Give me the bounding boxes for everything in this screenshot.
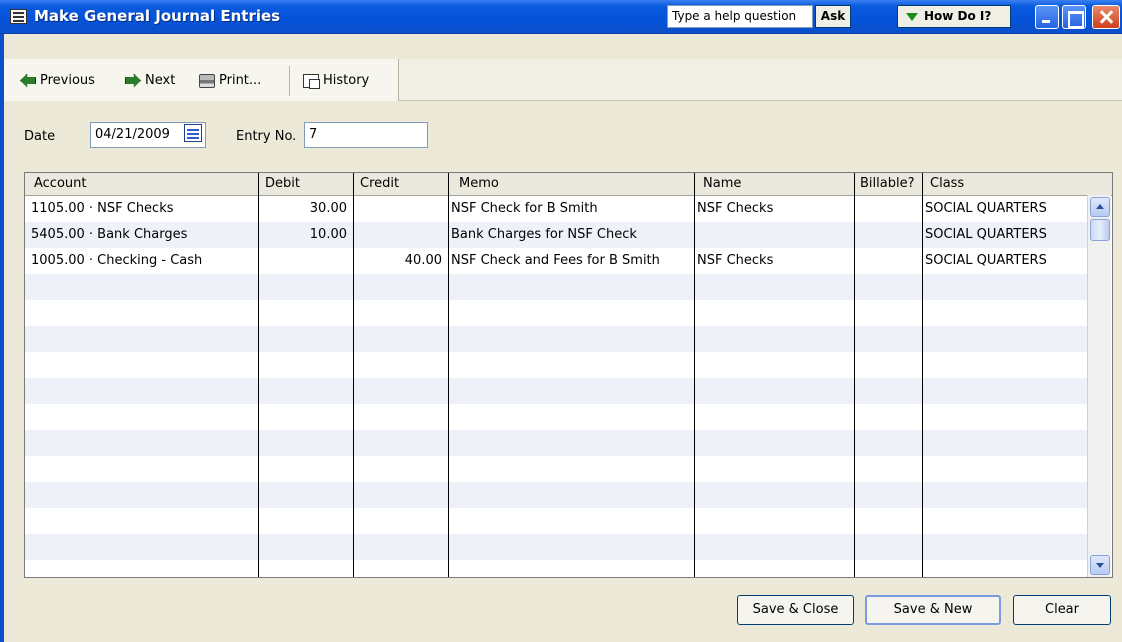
how-do-i-label: How Do I? xyxy=(924,9,992,23)
cell-class: SOCIAL QUARTERS xyxy=(925,227,1047,242)
cell-name: NSF Checks xyxy=(697,253,774,268)
table-row[interactable] xyxy=(25,482,1091,508)
cell-credit: 40.00 xyxy=(404,253,442,268)
column-divider xyxy=(448,173,449,577)
scroll-thumb[interactable] xyxy=(1090,219,1110,241)
window-frame xyxy=(0,34,4,642)
column-divider xyxy=(694,173,695,577)
cell-account: 1105.00 · NSF Checks xyxy=(31,201,174,216)
table-row[interactable] xyxy=(25,456,1091,482)
next-button[interactable]: Next xyxy=(125,73,175,88)
grid-scrollbar[interactable] xyxy=(1087,195,1111,577)
date-label: Date xyxy=(24,129,56,144)
next-label: Next xyxy=(145,73,176,88)
scroll-up-icon[interactable] xyxy=(1090,197,1110,217)
table-row[interactable] xyxy=(25,378,1091,404)
table-row[interactable] xyxy=(25,300,1091,326)
how-do-i-button[interactable]: How Do I? xyxy=(897,5,1011,28)
cell-memo: Bank Charges for NSF Check xyxy=(451,227,637,242)
cell-class: SOCIAL QUARTERS xyxy=(925,201,1047,216)
table-row[interactable] xyxy=(25,508,1091,534)
date-value: 04/21/2009 xyxy=(95,127,170,142)
journal-icon xyxy=(10,9,27,24)
title-bar: Make General Journal Entries Type a help… xyxy=(0,0,1122,34)
column-divider xyxy=(353,173,354,577)
history-icon xyxy=(303,73,320,89)
col-billable[interactable]: Billable? xyxy=(860,176,914,191)
cell-account: 5405.00 · Bank Charges xyxy=(31,227,188,242)
history-button[interactable]: History xyxy=(303,73,370,89)
cell-debit: 10.00 xyxy=(309,227,347,242)
minimize-button[interactable] xyxy=(1035,5,1059,29)
col-account[interactable]: Account xyxy=(34,176,87,191)
clear-button[interactable]: Clear xyxy=(1013,595,1111,625)
column-divider xyxy=(258,173,259,577)
cell-name: NSF Checks xyxy=(697,201,774,216)
col-class[interactable]: Class xyxy=(930,176,964,191)
cell-memo: NSF Check and Fees for B Smith xyxy=(451,253,660,268)
table-row[interactable] xyxy=(25,404,1091,430)
cell-debit: 30.00 xyxy=(309,201,347,216)
col-debit[interactable]: Debit xyxy=(265,176,300,191)
triangle-down-icon xyxy=(906,13,918,21)
toolbar-separator xyxy=(289,66,290,96)
column-divider xyxy=(854,173,855,577)
scroll-down-icon[interactable] xyxy=(1090,555,1110,575)
table-row[interactable]: 1005.00 · Checking - Cash 40.00 NSF Chec… xyxy=(25,248,1091,274)
print-label: Print... xyxy=(219,73,262,88)
table-row[interactable] xyxy=(25,534,1091,560)
table-row[interactable] xyxy=(25,560,1091,577)
col-credit[interactable]: Credit xyxy=(360,176,399,191)
table-row[interactable] xyxy=(25,352,1091,378)
entry-no-label: Entry No. xyxy=(236,129,297,144)
window-title: Make General Journal Entries xyxy=(34,7,281,25)
next-arrow-icon xyxy=(125,73,141,88)
maximize-button[interactable] xyxy=(1062,5,1086,29)
cell-account: 1005.00 · Checking - Cash xyxy=(31,253,203,268)
history-label: History xyxy=(323,73,370,88)
cell-memo: NSF Check for B Smith xyxy=(451,201,598,216)
table-row[interactable] xyxy=(25,274,1091,300)
journal-entry-grid: Account Debit Credit Memo Name Billable?… xyxy=(24,172,1113,578)
ask-button[interactable]: Ask xyxy=(815,5,851,28)
entry-no-value: 7 xyxy=(309,127,318,142)
grid-header: Account Debit Credit Memo Name Billable?… xyxy=(25,173,1112,196)
table-row[interactable]: 5405.00 · Bank Charges 10.00 Bank Charge… xyxy=(25,222,1091,248)
table-row[interactable]: 1105.00 · NSF Checks 30.00 NSF Check for… xyxy=(25,196,1091,222)
save-close-button[interactable]: Save & Close xyxy=(737,595,854,625)
calendar-icon[interactable] xyxy=(184,124,202,142)
cell-class: SOCIAL QUARTERS xyxy=(925,253,1047,268)
table-row[interactable] xyxy=(25,430,1091,456)
close-button[interactable] xyxy=(1092,5,1120,29)
entry-no-input[interactable]: 7 xyxy=(304,122,428,148)
previous-arrow-icon xyxy=(20,73,36,88)
previous-label: Previous xyxy=(40,73,95,88)
table-row[interactable] xyxy=(25,326,1091,352)
col-name[interactable]: Name xyxy=(703,176,741,191)
help-question-input[interactable]: Type a help question xyxy=(667,5,813,28)
printer-icon xyxy=(199,73,215,88)
col-memo[interactable]: Memo xyxy=(459,176,499,191)
column-divider xyxy=(922,173,923,577)
previous-button[interactable]: Previous xyxy=(20,73,95,88)
print-button[interactable]: Print... xyxy=(199,73,261,88)
save-new-button[interactable]: Save & New xyxy=(865,595,1001,625)
